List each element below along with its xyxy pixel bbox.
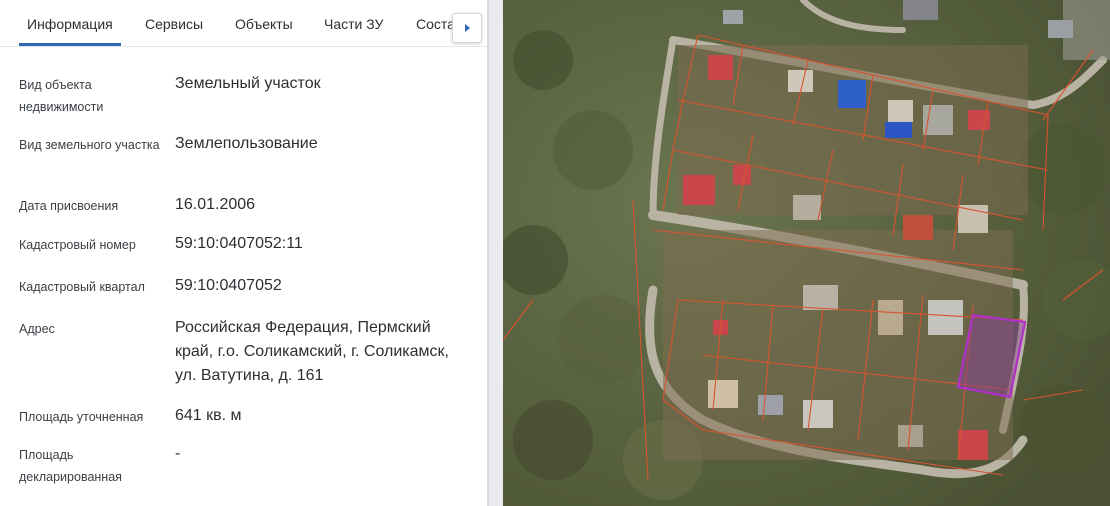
tab-objects[interactable]: Объекты: [235, 16, 293, 32]
chevron-right-icon: [465, 24, 470, 32]
field-label: Дата присвоения: [19, 199, 119, 213]
field-value: Землепользование: [175, 135, 318, 152]
info-panel: Информация Сервисы Объекты Части ЗУ Сост…: [0, 0, 487, 506]
tab-info[interactable]: Информация: [27, 16, 113, 32]
field-value: 59:10:0407052:11: [175, 235, 303, 252]
panel-divider-line: [487, 0, 489, 506]
field-label: Вид земельного участка: [19, 138, 160, 152]
field-value: 641 кв. м: [175, 407, 242, 424]
tab-services[interactable]: Сервисы: [145, 16, 203, 32]
field-label: Площадь уточненная: [19, 410, 144, 424]
field-label: Адрес: [19, 322, 55, 336]
panel-resize-handle[interactable]: [487, 0, 503, 506]
tab-bar: Информация Сервисы Объекты Части ЗУ Сост…: [0, 0, 487, 47]
map-canvas[interactable]: [503, 0, 1110, 506]
field-value: 59:10:0407052: [175, 277, 282, 294]
field-value: -: [175, 445, 181, 462]
field-value: Земельный участок: [175, 75, 321, 92]
field-value: 16.01.2006: [175, 196, 256, 213]
field-label: Вид объекта недвижимости: [19, 78, 104, 114]
satellite-map[interactable]: [503, 0, 1110, 506]
field-label: Кадастровый квартал: [19, 280, 145, 294]
field-label: Площадь декларированная: [19, 448, 122, 484]
tabs-scroll-right-button[interactable]: [452, 13, 482, 43]
tab-composition[interactable]: Соста: [416, 16, 455, 32]
active-tab-indicator: [19, 43, 121, 46]
tab-parts[interactable]: Части ЗУ: [324, 16, 383, 32]
field-label: Кадастровый номер: [19, 238, 136, 252]
field-value: Российская Федерация, Пермский край, г.о…: [175, 319, 449, 384]
